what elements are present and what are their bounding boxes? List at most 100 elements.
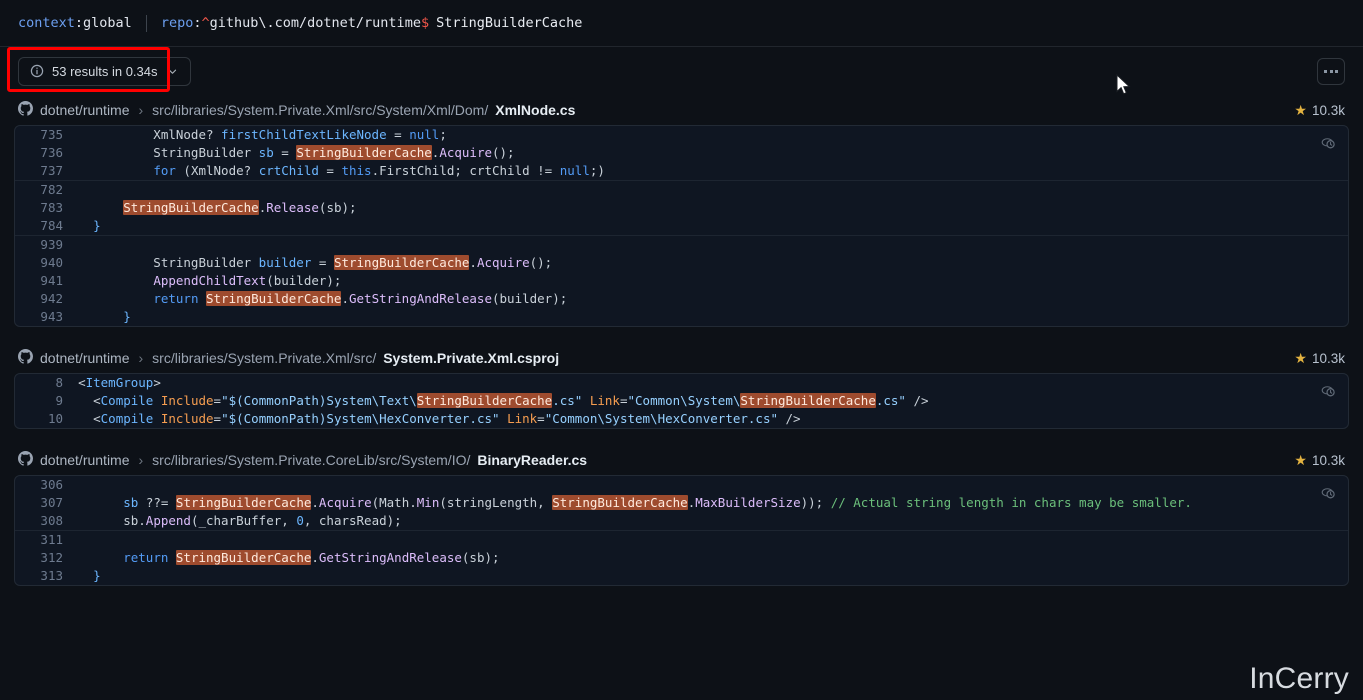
code-line: 308 sb.Append(_charBuffer, 0, charsRead)… bbox=[15, 512, 1348, 531]
search-result-group: dotnet/runtime › src/libraries/System.Pr… bbox=[14, 343, 1349, 429]
code-line: 782 bbox=[15, 180, 1348, 199]
repo-key: repo bbox=[160, 15, 194, 31]
line-content: <Compile Include="$(CommonPath)System\Te… bbox=[93, 393, 929, 408]
star-count-label: 10.3k bbox=[1311, 452, 1345, 468]
line-content bbox=[63, 530, 1348, 549]
line-number: 8 bbox=[55, 375, 63, 390]
path-separator: › bbox=[138, 452, 144, 468]
line-number: 313 bbox=[40, 568, 63, 583]
repo-star-count: ★ 10.3k bbox=[1294, 351, 1345, 366]
line-number: 941 bbox=[40, 273, 63, 288]
code-line: 313 } bbox=[15, 567, 1348, 585]
results-count-button[interactable]: 53 results in 0.34s bbox=[18, 56, 191, 86]
result-file-header[interactable]: dotnet/runtime › src/libraries/System.Pr… bbox=[14, 445, 1349, 475]
line-content: return StringBuilderCache.GetStringAndRe… bbox=[153, 291, 568, 306]
result-repo-name: dotnet/runtime bbox=[40, 350, 130, 366]
code-preview-icon[interactable] bbox=[1320, 383, 1337, 400]
line-content bbox=[63, 180, 1348, 199]
code-line: 942 return StringBuilderCache.GetStringA… bbox=[15, 290, 1348, 308]
star-count-label: 10.3k bbox=[1311, 102, 1345, 118]
result-file-name: System.Private.Xml.csproj bbox=[383, 350, 560, 366]
line-content: StringBuilder sb = StringBuilderCache.Ac… bbox=[63, 145, 515, 160]
line-number: 943 bbox=[40, 309, 63, 324]
code-line: 940 StringBuilder builder = StringBuilde… bbox=[15, 254, 1348, 272]
regex-end-anchor: $ bbox=[420, 15, 430, 31]
line-content: return StringBuilderCache.GetStringAndRe… bbox=[123, 550, 500, 565]
line-number: 735 bbox=[40, 127, 63, 142]
context-value: global bbox=[83, 15, 132, 31]
line-content: <ItemGroup> bbox=[78, 375, 161, 390]
result-file-header[interactable]: dotnet/runtime › src/libraries/System.Pr… bbox=[14, 343, 1349, 373]
path-separator: › bbox=[138, 350, 144, 366]
info-icon bbox=[30, 64, 44, 78]
code-preview-icon[interactable] bbox=[1320, 135, 1337, 152]
line-content: AppendChildText(builder); bbox=[153, 273, 342, 288]
line-content: for (XmlNode? crtChild = this.FirstChild… bbox=[153, 163, 605, 178]
code-line: 736 StringBuilder sb = StringBuilderCach… bbox=[15, 144, 1348, 162]
watermark: InCerry bbox=[1249, 662, 1349, 695]
result-file-name: XmlNode.cs bbox=[495, 102, 576, 118]
code-line: 943 } bbox=[15, 308, 1348, 326]
line-number: 939 bbox=[15, 235, 63, 254]
repo-path: github\.com/dotnet/runtime bbox=[209, 15, 421, 31]
code-line: 311 bbox=[15, 530, 1348, 549]
kebab-dot bbox=[1324, 69, 1327, 73]
repo-star-count: ★ 10.3k bbox=[1294, 453, 1345, 468]
code-line: 9 <Compile Include="$(CommonPath)System\… bbox=[15, 392, 1348, 410]
line-content: <Compile Include="$(CommonPath)System\He… bbox=[93, 411, 801, 426]
line-content: StringBuilderCache.Release(sb); bbox=[123, 200, 357, 215]
result-repo-name: dotnet/runtime bbox=[40, 452, 130, 468]
chevron-down-icon bbox=[167, 66, 178, 77]
code-snippet-card: 306 307 sb ??= StringBuilderCache.Acquir… bbox=[14, 475, 1349, 586]
results-count-label: 53 results in 0.34s bbox=[52, 63, 158, 79]
star-count-label: 10.3k bbox=[1311, 350, 1345, 366]
search-results-list: dotnet/runtime › src/libraries/System.Pr… bbox=[0, 95, 1363, 586]
line-content: } bbox=[93, 218, 101, 233]
code-line: 784 } bbox=[15, 217, 1348, 236]
result-file-path: src/libraries/System.Private.CoreLib/src… bbox=[152, 452, 471, 468]
line-number: 736 bbox=[40, 145, 63, 160]
code-line: 735 XmlNode? firstChildTextLikeNode = nu… bbox=[15, 126, 1348, 144]
regex-start-anchor: ^ bbox=[201, 15, 210, 31]
result-file-path: src/libraries/System.Private.Xml/src/Sys… bbox=[152, 102, 489, 118]
context-colon: : bbox=[74, 15, 84, 31]
line-content: sb.Append(_charBuffer, 0, charsRead); bbox=[63, 513, 402, 528]
code-preview-icon[interactable] bbox=[1320, 485, 1337, 502]
search-query-bar[interactable]: context:global repo: ^github\.com/dotnet/… bbox=[0, 0, 1363, 47]
path-separator: › bbox=[138, 102, 144, 118]
search-term: StringBuilderCache bbox=[436, 15, 583, 31]
line-number: 782 bbox=[15, 180, 63, 199]
result-file-path: src/libraries/System.Private.Xml/src/ bbox=[152, 350, 377, 366]
line-content bbox=[63, 476, 1348, 494]
results-toolbar: 53 results in 0.34s bbox=[0, 47, 1363, 95]
line-number: 308 bbox=[40, 513, 63, 528]
line-number: 311 bbox=[15, 530, 63, 549]
query-divider bbox=[145, 14, 147, 32]
line-number: 312 bbox=[40, 550, 63, 565]
line-number: 942 bbox=[40, 291, 63, 306]
result-file-name: BinaryReader.cs bbox=[477, 452, 588, 468]
line-content: XmlNode? firstChildTextLikeNode = null; bbox=[63, 127, 447, 142]
result-file-header[interactable]: dotnet/runtime › src/libraries/System.Pr… bbox=[14, 95, 1349, 125]
line-number: 307 bbox=[40, 495, 63, 510]
star-icon: ★ bbox=[1294, 452, 1307, 468]
kebab-dot bbox=[1329, 69, 1333, 73]
code-snippet-card: 735 XmlNode? firstChildTextLikeNode = nu… bbox=[14, 125, 1349, 327]
more-options-button[interactable] bbox=[1317, 57, 1345, 85]
line-content: sb ??= StringBuilderCache.Acquire(Math.M… bbox=[123, 495, 1192, 510]
code-line: 8 <ItemGroup> bbox=[15, 374, 1348, 392]
code-line: 737 for (XmlNode? crtChild = this.FirstC… bbox=[15, 162, 1348, 181]
github-logo-icon bbox=[18, 451, 33, 469]
star-icon: ★ bbox=[1294, 102, 1307, 118]
line-number: 783 bbox=[40, 200, 63, 215]
line-content bbox=[63, 235, 1348, 254]
code-line: 306 bbox=[15, 476, 1348, 494]
code-line: 941 AppendChildText(builder); bbox=[15, 272, 1348, 290]
code-line: 939 bbox=[15, 235, 1348, 254]
github-logo-icon bbox=[18, 349, 33, 367]
line-content: StringBuilder builder = StringBuilderCac… bbox=[63, 255, 553, 270]
code-line: 783 StringBuilderCache.Release(sb); bbox=[15, 199, 1348, 217]
repo-star-count: ★ 10.3k bbox=[1294, 103, 1345, 118]
code-lines-table: 306 307 sb ??= StringBuilderCache.Acquir… bbox=[15, 476, 1348, 585]
qualifier-context: context:global bbox=[18, 15, 132, 31]
